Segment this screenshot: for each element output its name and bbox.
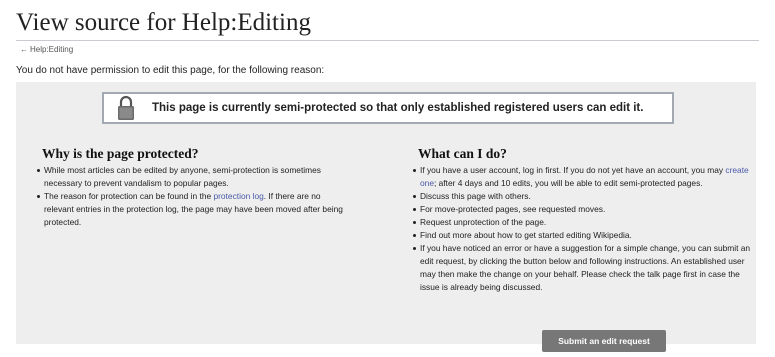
page: View source for Help:Editing ← Help:Editi… xyxy=(0,0,775,357)
what-can-i-do-section: What can I do? If you have a user accoun… xyxy=(412,146,752,294)
breadcrumb[interactable]: ← Help:Editing xyxy=(20,45,775,55)
protection-log-link[interactable]: protection log xyxy=(213,191,263,201)
what-can-i-do-heading: What can I do? xyxy=(418,146,507,161)
back-arrow-icon: ← xyxy=(20,45,28,54)
why-protected-section: Why is the page protected? While most ar… xyxy=(36,146,346,229)
what-can-i-do-list: If you have a user account, log in first… xyxy=(412,164,752,294)
permission-reason-text: You do not have permission to edit this … xyxy=(16,65,325,76)
list-item: Request unprotection of the page. xyxy=(412,216,752,229)
list-item: Discuss this page with others. xyxy=(412,190,752,203)
list-item: The reason for protection can be found i… xyxy=(36,190,346,229)
list-item: If you have noticed an error or have a s… xyxy=(412,242,752,294)
why-protected-heading: Why is the page protected? xyxy=(42,146,199,161)
list-item: While most articles can be edited by any… xyxy=(36,164,346,190)
list-item: For move-protected pages, see requested … xyxy=(412,203,752,216)
list-item: Find out more about how to get started e… xyxy=(412,229,752,242)
protection-message: This page is currently semi-protected so… xyxy=(152,102,644,114)
page-title: View source for Help:Editing xyxy=(16,8,759,41)
submit-edit-request-button[interactable]: Submit an edit request xyxy=(542,330,666,352)
back-link-label[interactable]: Help:Editing xyxy=(30,45,73,54)
protection-notice-panel: This page is currently semi-protected so… xyxy=(16,82,756,352)
why-protected-list: While most articles can be edited by any… xyxy=(36,164,346,229)
lock-icon xyxy=(118,95,134,120)
list-item: If you have a user account, log in first… xyxy=(412,164,752,190)
protection-banner: This page is currently semi-protected so… xyxy=(102,92,674,124)
